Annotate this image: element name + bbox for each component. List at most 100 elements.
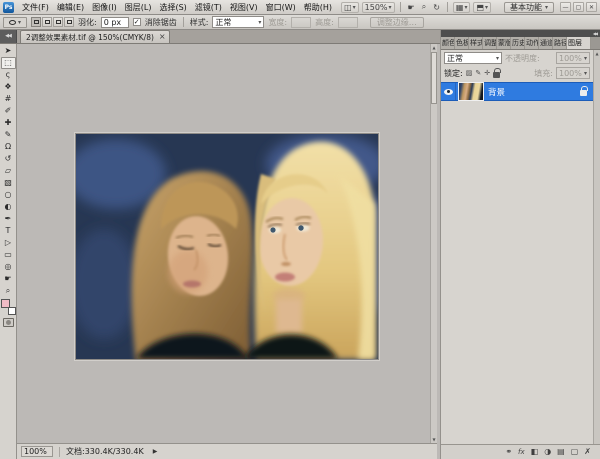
tab-layers[interactable]: 图层 [567, 37, 591, 49]
spot-healing-brush-tool[interactable]: ✚ [1, 117, 16, 129]
minimize-button[interactable]: — [560, 2, 571, 12]
history-brush-tool[interactable]: ↺ [1, 153, 16, 165]
hand-tool-button[interactable]: ☛ [406, 2, 417, 13]
tab-swatches[interactable]: 色板 [455, 37, 469, 49]
scroll-down-icon[interactable]: ▼ [431, 436, 437, 443]
scroll-up-icon[interactable]: ▲ [431, 44, 437, 51]
chevron-down-icon: ▾ [389, 4, 392, 11]
zoom-tool[interactable]: ⌕ [1, 285, 16, 297]
tab-adjustments[interactable]: 调整 [483, 37, 497, 49]
path-selection-tool[interactable]: ▷ [1, 237, 16, 249]
type-tool[interactable]: T [1, 225, 16, 237]
tool-preset-picker[interactable]: ▾ [3, 17, 27, 28]
tab-color[interactable]: 颜色 [441, 37, 455, 49]
layer-style-icon[interactable]: fx [518, 445, 525, 459]
new-group-icon[interactable]: ▤ [557, 445, 565, 459]
pen-tool[interactable]: ✒ [1, 213, 16, 225]
zoom-tool-button[interactable]: ⌕ [420, 2, 428, 13]
status-zoom-field[interactable]: 100% [21, 446, 53, 457]
window-controls: — ▢ ✕ [560, 2, 597, 12]
status-options-arrow[interactable]: ▶ [150, 447, 161, 456]
tab-paths[interactable]: 路径 [553, 37, 567, 49]
quick-selection-tool[interactable]: ❖ [1, 81, 16, 93]
adjustment-layer-icon[interactable]: ◑ [544, 445, 551, 459]
scrollbar-thumb[interactable] [431, 52, 437, 104]
layer-name[interactable]: 背景 [488, 86, 580, 98]
brush-tool[interactable]: ✎ [1, 129, 16, 141]
layer-visibility-toggle[interactable] [441, 83, 456, 100]
crop-tool[interactable]: # [1, 93, 16, 105]
lock-transparent-pixels-icon[interactable]: ▨ [466, 69, 473, 77]
clone-stamp-tool[interactable]: Ω [1, 141, 16, 153]
gradient-tool[interactable]: ▧ [1, 177, 16, 189]
rectangular-marquee-tool[interactable]: ⬚ [1, 57, 16, 69]
hand-tool[interactable]: ☛ [1, 273, 16, 285]
add-selection-mode-button[interactable] [42, 17, 52, 27]
chevron-down-icon: ▾ [496, 55, 499, 62]
link-layers-icon[interactable]: ⚭ [505, 445, 512, 459]
tools-dock-collapse-grip[interactable]: ◀◀ [0, 29, 17, 43]
menu-select[interactable]: 选择(S) [155, 0, 190, 15]
tab-history[interactable]: 历史 [511, 37, 525, 49]
collapse-dock-bar[interactable]: ◀◀ [441, 30, 600, 37]
scroll-up-icon[interactable]: ▲ [594, 50, 600, 57]
menu-edit[interactable]: 编辑(E) [53, 0, 88, 15]
tab-channels[interactable]: 通道 [539, 37, 553, 49]
menu-help[interactable]: 帮助(H) [300, 0, 336, 15]
tab-styles[interactable]: 样式 [469, 37, 483, 49]
tool-options-bar: ▾ 羽化: ✓ 消除锯齿 样式: 正常 ▾ 宽度: 高度: 调整边缘… [0, 15, 600, 30]
feather-input[interactable] [101, 17, 129, 28]
new-layer-icon[interactable]: ▢ [571, 445, 579, 459]
layer-thumbnail[interactable] [459, 83, 483, 100]
eyedropper-tool[interactable]: ✐ [1, 105, 16, 117]
layers-panel-scrollbar[interactable]: ▲ [593, 50, 600, 444]
close-button[interactable]: ✕ [586, 2, 597, 12]
quick-mask-button[interactable] [3, 318, 14, 327]
subtract-selection-mode-button[interactable] [53, 17, 63, 27]
lock-image-pixels-icon[interactable]: ✎ [475, 69, 481, 77]
rotate-view-button[interactable]: ↻ [431, 2, 442, 13]
screen-mode-button[interactable]: ⬒ ▾ [473, 2, 491, 13]
document-tab[interactable]: 2调整效果素材.tif @ 150%(CMYK/8) × [20, 30, 170, 43]
tab-actions[interactable]: 动作 [525, 37, 539, 49]
move-tool[interactable]: ➤ [1, 45, 16, 57]
lock-all-icon[interactable] [493, 72, 500, 78]
view-extras-button[interactable]: ◫ ▾ [341, 2, 359, 13]
tab-masks[interactable]: 蒙版 [497, 37, 511, 49]
chevron-down-icon: ▾ [353, 4, 356, 11]
new-selection-mode-button[interactable] [31, 17, 41, 27]
status-bar: 100% 文档:330.4K/330.4K ▶ [17, 443, 437, 459]
lasso-tool[interactable]: ς [1, 69, 16, 81]
menu-layer[interactable]: 图层(L) [121, 0, 156, 15]
foreground-color-swatch[interactable] [1, 299, 10, 308]
antialias-checkbox[interactable]: ✓ [133, 18, 141, 26]
photo-two-women[interactable] [75, 133, 379, 360]
blend-mode-select[interactable]: 正常 ▾ [444, 52, 502, 64]
arrange-documents-button[interactable]: ▦ ▾ [453, 2, 471, 13]
chevron-down-icon: ▾ [18, 19, 21, 26]
eraser-tool[interactable]: ▱ [1, 165, 16, 177]
dodge-tool[interactable]: ◐ [1, 201, 16, 213]
background-color-swatch[interactable] [8, 307, 16, 315]
intersect-selection-mode-button[interactable] [64, 17, 74, 27]
menu-window[interactable]: 窗口(W) [262, 0, 300, 15]
close-tab-icon[interactable]: × [159, 33, 166, 41]
rotate-view-tool[interactable]: ◎ [1, 261, 16, 273]
style-select[interactable]: 正常 ▾ [212, 16, 264, 28]
lock-position-icon[interactable]: ✛ [484, 69, 490, 77]
document-canvas[interactable]: ▲ ▼ [17, 44, 437, 443]
layer-row-background[interactable]: 背景 [441, 82, 594, 101]
restore-button[interactable]: ▢ [573, 2, 584, 12]
menu-image[interactable]: 图像(I) [88, 0, 121, 15]
menu-view[interactable]: 视图(V) [226, 0, 262, 15]
canvas-vertical-scrollbar[interactable]: ▲ ▼ [430, 44, 437, 443]
delete-layer-icon[interactable]: ✗ [584, 445, 591, 459]
blur-tool[interactable]: ○ [1, 189, 16, 201]
zoom-level-dropdown[interactable]: 150% ▾ [362, 2, 395, 13]
workspace-switcher-button[interactable]: 基本功能 ▾ [504, 2, 554, 13]
shape-tool[interactable]: ▭ [1, 249, 16, 261]
menu-file[interactable]: 文件(F) [18, 0, 53, 15]
tab-strip-filler [591, 37, 600, 49]
menu-filter[interactable]: 滤镜(T) [191, 0, 226, 15]
layer-mask-icon[interactable]: ◧ [531, 445, 539, 459]
